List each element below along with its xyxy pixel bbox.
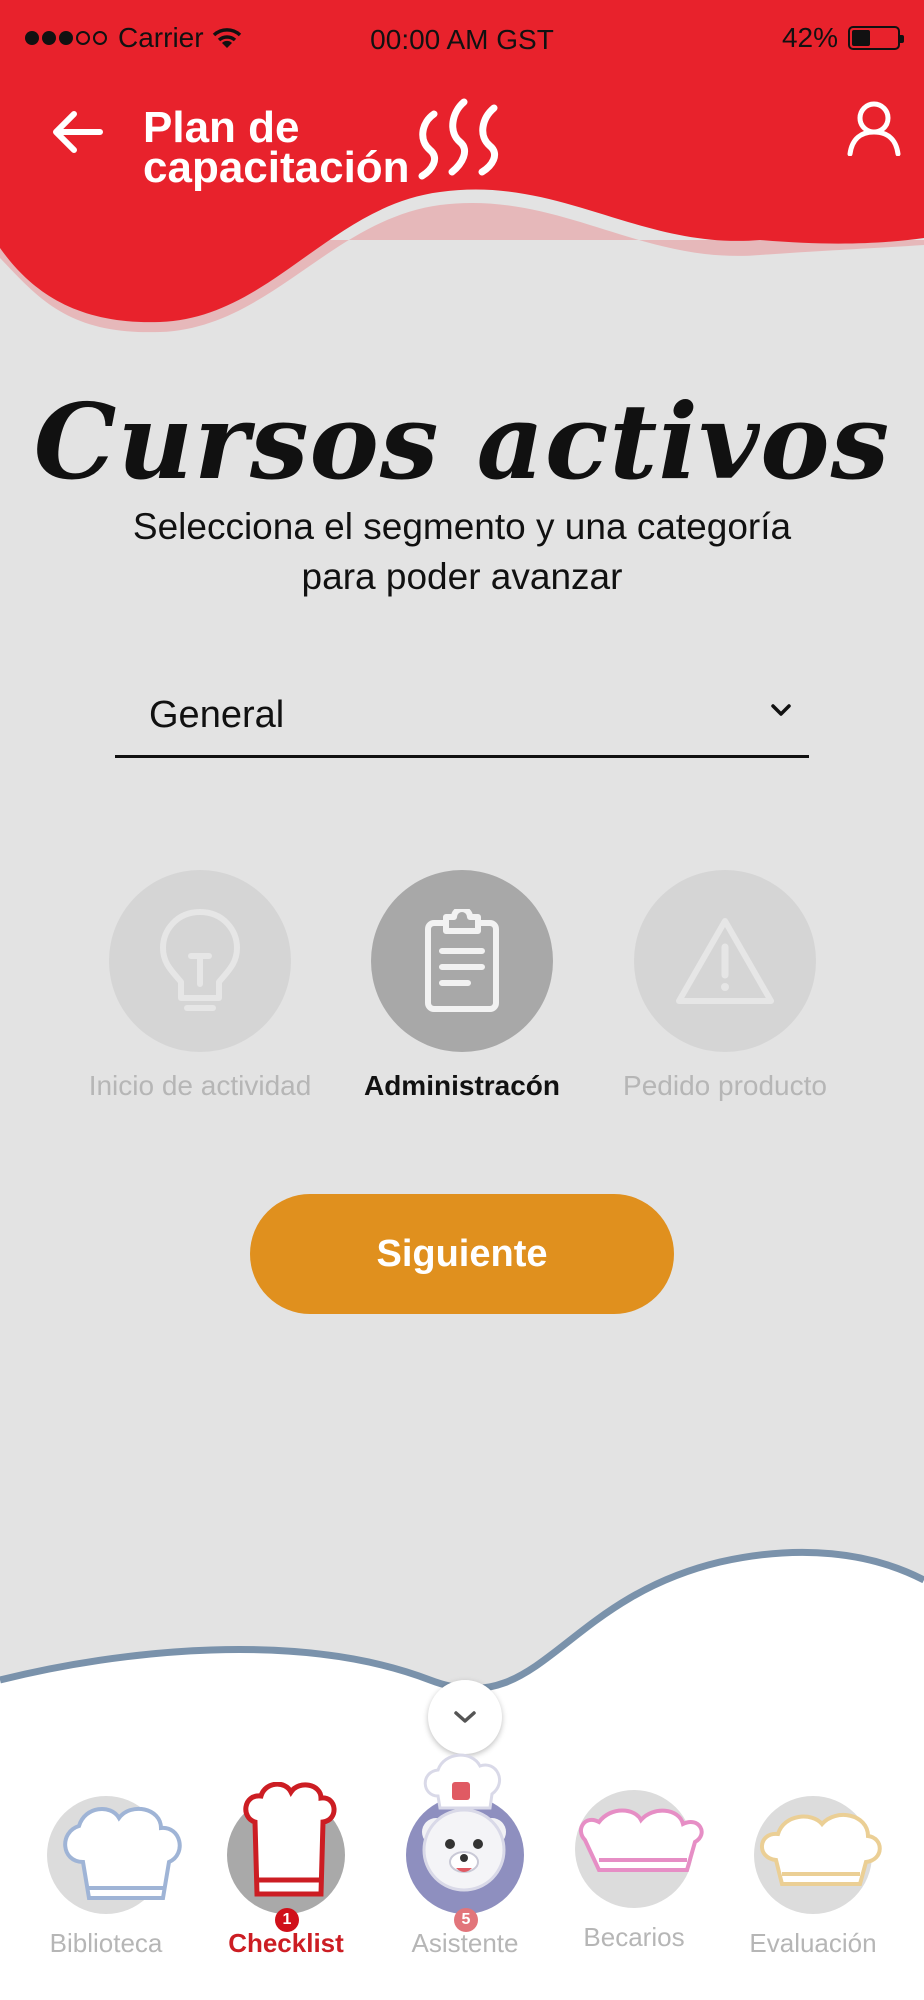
chef-hat-blue-icon [63, 1807, 182, 1900]
segment-select[interactable]: General [115, 672, 809, 758]
tab-asistente[interactable]: 5 Asistente [385, 1753, 545, 1959]
user-profile-icon[interactable] [846, 100, 902, 156]
tab-becarios[interactable]: Becarios [554, 1790, 714, 1953]
lightbulb-icon [160, 909, 240, 1011]
clipboard-icon [425, 909, 499, 1012]
category-inicio-actividad[interactable]: Inicio de actividad [50, 870, 350, 1102]
category-label: Inicio de actividad [88, 1070, 312, 1101]
tab-label: Asistente [411, 1928, 519, 1958]
tab-icon-bg [47, 1796, 182, 1914]
subtitle-line1: Selecciona el segmento y una categoría [132, 506, 792, 547]
category-circle [109, 870, 291, 1052]
page-subtitle: Selecciona el segmento y una categoría p… [0, 502, 924, 602]
tab-evaluacion[interactable]: Evaluación [733, 1796, 893, 1959]
tab-icon-bg [754, 1796, 882, 1914]
page-heading: Cursos activos [33, 380, 891, 503]
header-title-line1: Plan de [143, 103, 300, 152]
bear-mascot-icon [422, 1753, 506, 1892]
category-label: Pedido producto [623, 1070, 827, 1101]
chevron-down-icon [771, 704, 791, 716]
chef-hat-pink-icon [579, 1808, 704, 1872]
category-circle [634, 870, 816, 1052]
chef-hat-red-icon [243, 1782, 337, 1897]
category-circle [371, 870, 553, 1052]
tab-icon-bg: 1 [227, 1782, 345, 1932]
chef-hat-yellow-icon [760, 1813, 882, 1886]
tab-icon-bg [575, 1790, 704, 1908]
chevron-down-icon [454, 1711, 476, 1723]
battery-percent: 42% [781, 22, 838, 53]
tab-icon-bg: 5 [406, 1753, 524, 1932]
category-label: Administracón [363, 1070, 561, 1101]
tab-label: Biblioteca [49, 1928, 163, 1958]
warning-icon [676, 918, 774, 1004]
category-administracion[interactable]: Administracón [312, 870, 612, 1102]
collapse-nav-button[interactable] [428, 1680, 502, 1754]
tab-label: Becarios [583, 1922, 685, 1952]
back-arrow-icon[interactable] [48, 108, 104, 156]
category-pedido-producto[interactable]: Pedido producto [575, 870, 875, 1102]
next-button[interactable]: Siguiente [250, 1194, 674, 1314]
tab-badge: 5 [454, 1908, 478, 1932]
tab-badge: 1 [275, 1908, 299, 1932]
status-bar: Carrier 00:00 AM GST 42% [0, 0, 924, 76]
header-title: Plan de capacitación [143, 103, 410, 192]
battery-indicator: 42% [781, 22, 904, 54]
tab-label: Checklist [228, 1928, 344, 1958]
tab-label: Evaluación [749, 1928, 877, 1958]
steam-logo-icon [418, 98, 498, 180]
segment-select-value: General [149, 694, 285, 736]
header-title-line2: capacitación [143, 143, 410, 192]
tab-biblioteca[interactable]: Biblioteca [26, 1796, 186, 1959]
subtitle-line2: para poder avanzar [301, 556, 623, 597]
battery-icon [848, 26, 904, 50]
tab-checklist[interactable]: 1 Checklist [206, 1782, 366, 1959]
